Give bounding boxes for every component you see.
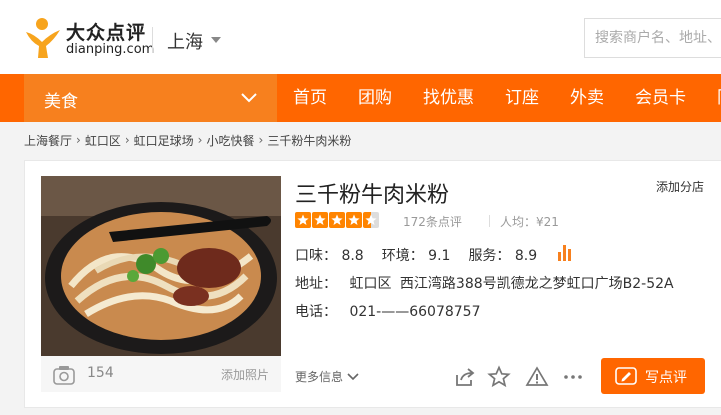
write-review-button[interactable]: 写点评 xyxy=(601,358,705,394)
bar-chart-icon[interactable] xyxy=(557,243,573,261)
star-outline-icon[interactable] xyxy=(487,365,511,389)
photo-bar: 154 添加照片 xyxy=(41,356,281,392)
breadcrumb-separator: › xyxy=(124,133,130,147)
phone-number: 021-——66078757 xyxy=(349,304,481,320)
caret-down-icon[interactable] xyxy=(211,37,221,43)
address-district[interactable]: 虹口区 xyxy=(349,276,391,292)
half-star-icon xyxy=(363,212,379,228)
logo-text: 大众点评 xyxy=(66,22,147,44)
breadcrumb-item[interactable]: 上海餐厅 xyxy=(24,132,72,149)
nav-links: 首页 团购 找优惠 订座 外卖 会员卡 同城 xyxy=(293,74,721,122)
search-input[interactable] xyxy=(584,18,721,58)
rating-divider xyxy=(489,215,490,227)
nav-item-membership[interactable]: 会员卡 xyxy=(635,74,686,122)
shop-card: 154 添加照片 三千粉牛肉米粉 添加分店 172条点评 人均：¥21 口味： … xyxy=(24,160,721,408)
header-divider xyxy=(152,27,153,53)
more-icon[interactable] xyxy=(561,365,585,389)
pen-icon xyxy=(615,367,637,385)
shop-title: 三千粉牛肉米粉 xyxy=(295,183,450,208)
logo-mark-icon xyxy=(26,18,60,58)
site-logo[interactable]: 大众点评 dianping.com xyxy=(22,16,155,60)
warning-icon[interactable] xyxy=(525,365,549,389)
shop-photo[interactable] xyxy=(41,176,281,356)
breadcrumb-item[interactable]: 小吃快餐 xyxy=(206,132,254,149)
shop-address: 地址： 虹口区 西江湾路388号凯德龙之梦虹口广场B2-52A xyxy=(295,273,674,293)
breadcrumb-separator: › xyxy=(258,133,264,147)
add-photo-link[interactable]: 添加照片 xyxy=(221,366,269,383)
category-dropdown[interactable]: 美食 xyxy=(24,74,277,122)
main-nav: 美食 首页 团购 找优惠 订座 外卖 会员卡 同城 xyxy=(0,74,721,122)
add-branch-link[interactable]: 添加分店 xyxy=(656,178,704,195)
address-label: 地址： xyxy=(295,276,337,292)
star-icon xyxy=(346,212,362,228)
category-label: 美食 xyxy=(44,92,78,112)
service-score: 服务： 8.9 xyxy=(468,248,538,264)
nav-item-takeout[interactable]: 外卖 xyxy=(570,74,604,122)
review-count[interactable]: 172条点评 xyxy=(403,213,462,230)
breadcrumb-current: 三千粉牛肉米粉 xyxy=(267,133,352,148)
share-icon[interactable] xyxy=(453,365,477,389)
logo-domain: dianping.com xyxy=(66,42,155,57)
star-rating xyxy=(295,212,380,228)
environment-score: 环境： 9.1 xyxy=(381,248,451,264)
taste-score: 口味： 8.8 xyxy=(295,248,364,264)
breadcrumb-item[interactable]: 虹口足球场 xyxy=(134,132,194,149)
breadcrumb-separator: › xyxy=(197,133,203,147)
average-price: 人均：¥21 xyxy=(500,215,559,229)
city-selector[interactable]: 上海 xyxy=(167,28,203,54)
nav-item-booking[interactable]: 订座 xyxy=(505,74,539,122)
breadcrumb: 上海餐厅 › 虹口区 › 虹口足球场 › 小吃快餐 › 三千粉牛肉米粉 xyxy=(24,130,351,150)
shop-phone: 电话： 021-——66078757 xyxy=(295,301,480,321)
chevron-down-icon[interactable] xyxy=(347,372,359,382)
star-icon xyxy=(295,212,311,228)
star-icon xyxy=(329,212,345,228)
camera-icon xyxy=(53,366,75,385)
nav-item-home[interactable]: 首页 xyxy=(293,74,327,122)
address-street: 西江湾路388号凯德龙之梦虹口广场B2-52A xyxy=(399,276,674,292)
nav-item-groupbuy[interactable]: 团购 xyxy=(358,74,392,122)
breadcrumb-separator: › xyxy=(76,133,81,147)
breadcrumb-item[interactable]: 虹口区 xyxy=(85,132,121,149)
phone-label: 电话： xyxy=(295,304,337,320)
photo-count[interactable]: 154 xyxy=(87,365,114,381)
more-info-link[interactable]: 更多信息 xyxy=(295,368,343,385)
star-icon xyxy=(312,212,328,228)
sub-scores: 口味： 8.8 环境： 9.1 服务： 8.9 xyxy=(295,245,555,265)
nav-item-local[interactable]: 同城 xyxy=(717,74,721,122)
write-review-label: 写点评 xyxy=(645,370,687,386)
top-header: 大众点评 dianping.com 上海 xyxy=(0,0,721,74)
noodle-bowl-image xyxy=(41,176,281,356)
nav-item-deals[interactable]: 找优惠 xyxy=(423,74,474,122)
chevron-down-icon xyxy=(241,93,257,103)
